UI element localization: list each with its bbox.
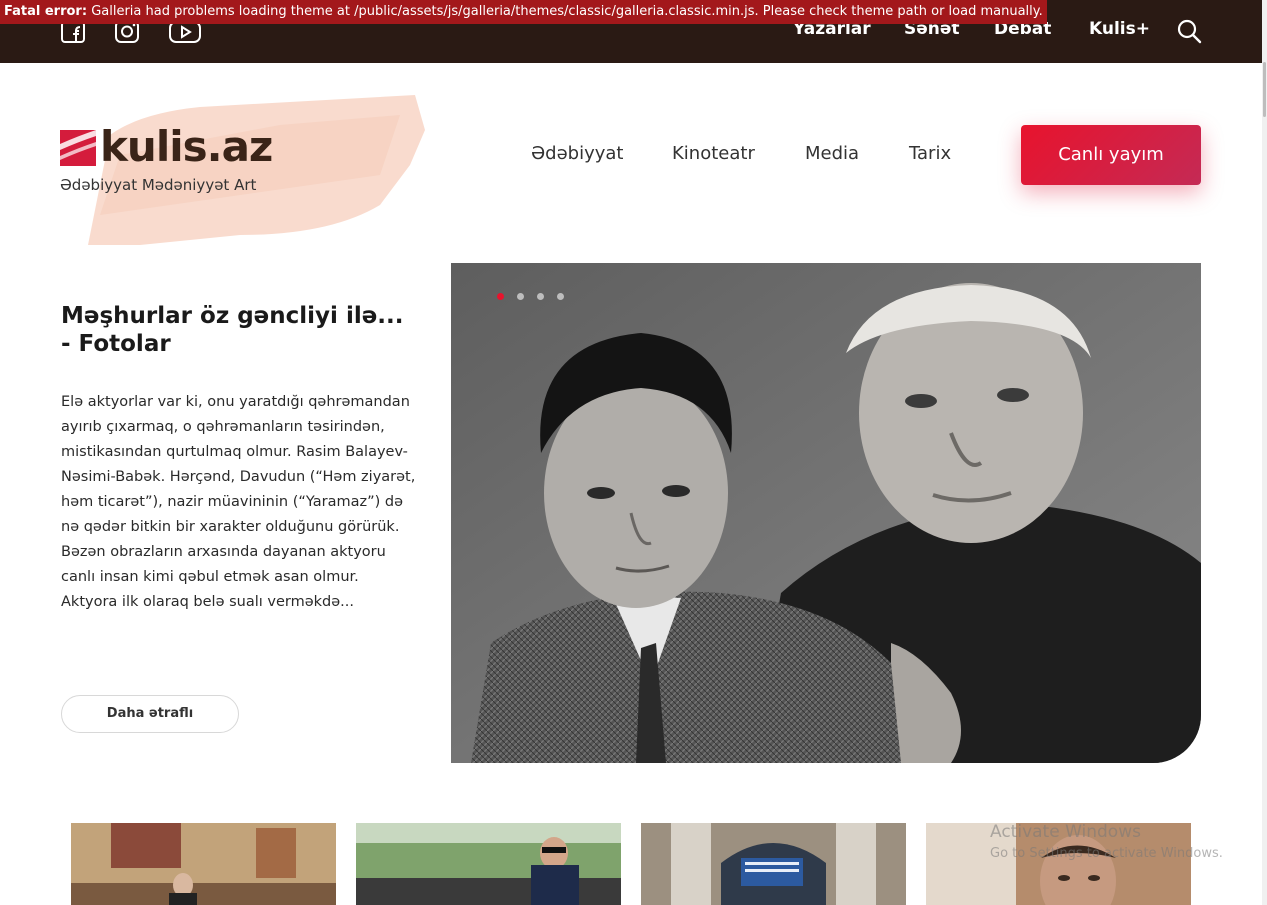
live-stream-button[interactable]: Canlı yayım xyxy=(1021,125,1201,185)
news-card-image[interactable] xyxy=(71,823,336,905)
news-card-image[interactable] xyxy=(641,823,906,905)
slider-dot[interactable] xyxy=(557,293,564,300)
hero-excerpt: Elə aktyorlar var ki, onu yaratdığı qəhr… xyxy=(61,394,416,610)
brush-stroke-decoration xyxy=(88,95,425,245)
slider-dot[interactable] xyxy=(537,293,544,300)
error-message: Galleria had problems loading theme at /… xyxy=(91,4,1043,19)
logo-tagline: Ədəbiyyat Mədəniyyət Art xyxy=(60,176,257,194)
nav-media[interactable]: Media xyxy=(805,143,859,164)
search-icon[interactable] xyxy=(1176,18,1202,44)
hero-slide-image[interactable] xyxy=(451,263,1201,763)
page-scrollbar[interactable] xyxy=(1262,0,1267,905)
read-more-button[interactable]: Daha ətraflı xyxy=(61,695,239,733)
watermark-subtitle: Go to Settings to activate Windows. xyxy=(990,846,1223,861)
windows-activation-watermark: Activate Windows Go to Settings to activ… xyxy=(990,822,1223,861)
news-card-image[interactable] xyxy=(356,823,621,905)
logo-name: kulis.az xyxy=(100,122,273,171)
nav-edebiyyat[interactable]: Ədəbiyyat xyxy=(531,143,624,164)
scrollbar-thumb[interactable] xyxy=(1263,62,1266,117)
nav-tarix[interactable]: Tarix xyxy=(909,143,951,164)
slider-dot[interactable] xyxy=(517,293,524,300)
slider-dot[interactable] xyxy=(497,293,504,300)
error-banner: Fatal error: Galleria had problems loadi… xyxy=(0,0,1047,24)
topnav-kulis-plus[interactable]: Kulis+ xyxy=(1089,19,1150,39)
nav-kinoteatr[interactable]: Kinoteatr xyxy=(672,143,755,164)
logo-mark-icon xyxy=(60,130,96,166)
watermark-title: Activate Windows xyxy=(990,822,1141,842)
hero-title[interactable]: Məşhurlar öz gəncliyi ilə... - Fotolar xyxy=(61,302,421,358)
error-label: Fatal error: xyxy=(4,4,88,19)
